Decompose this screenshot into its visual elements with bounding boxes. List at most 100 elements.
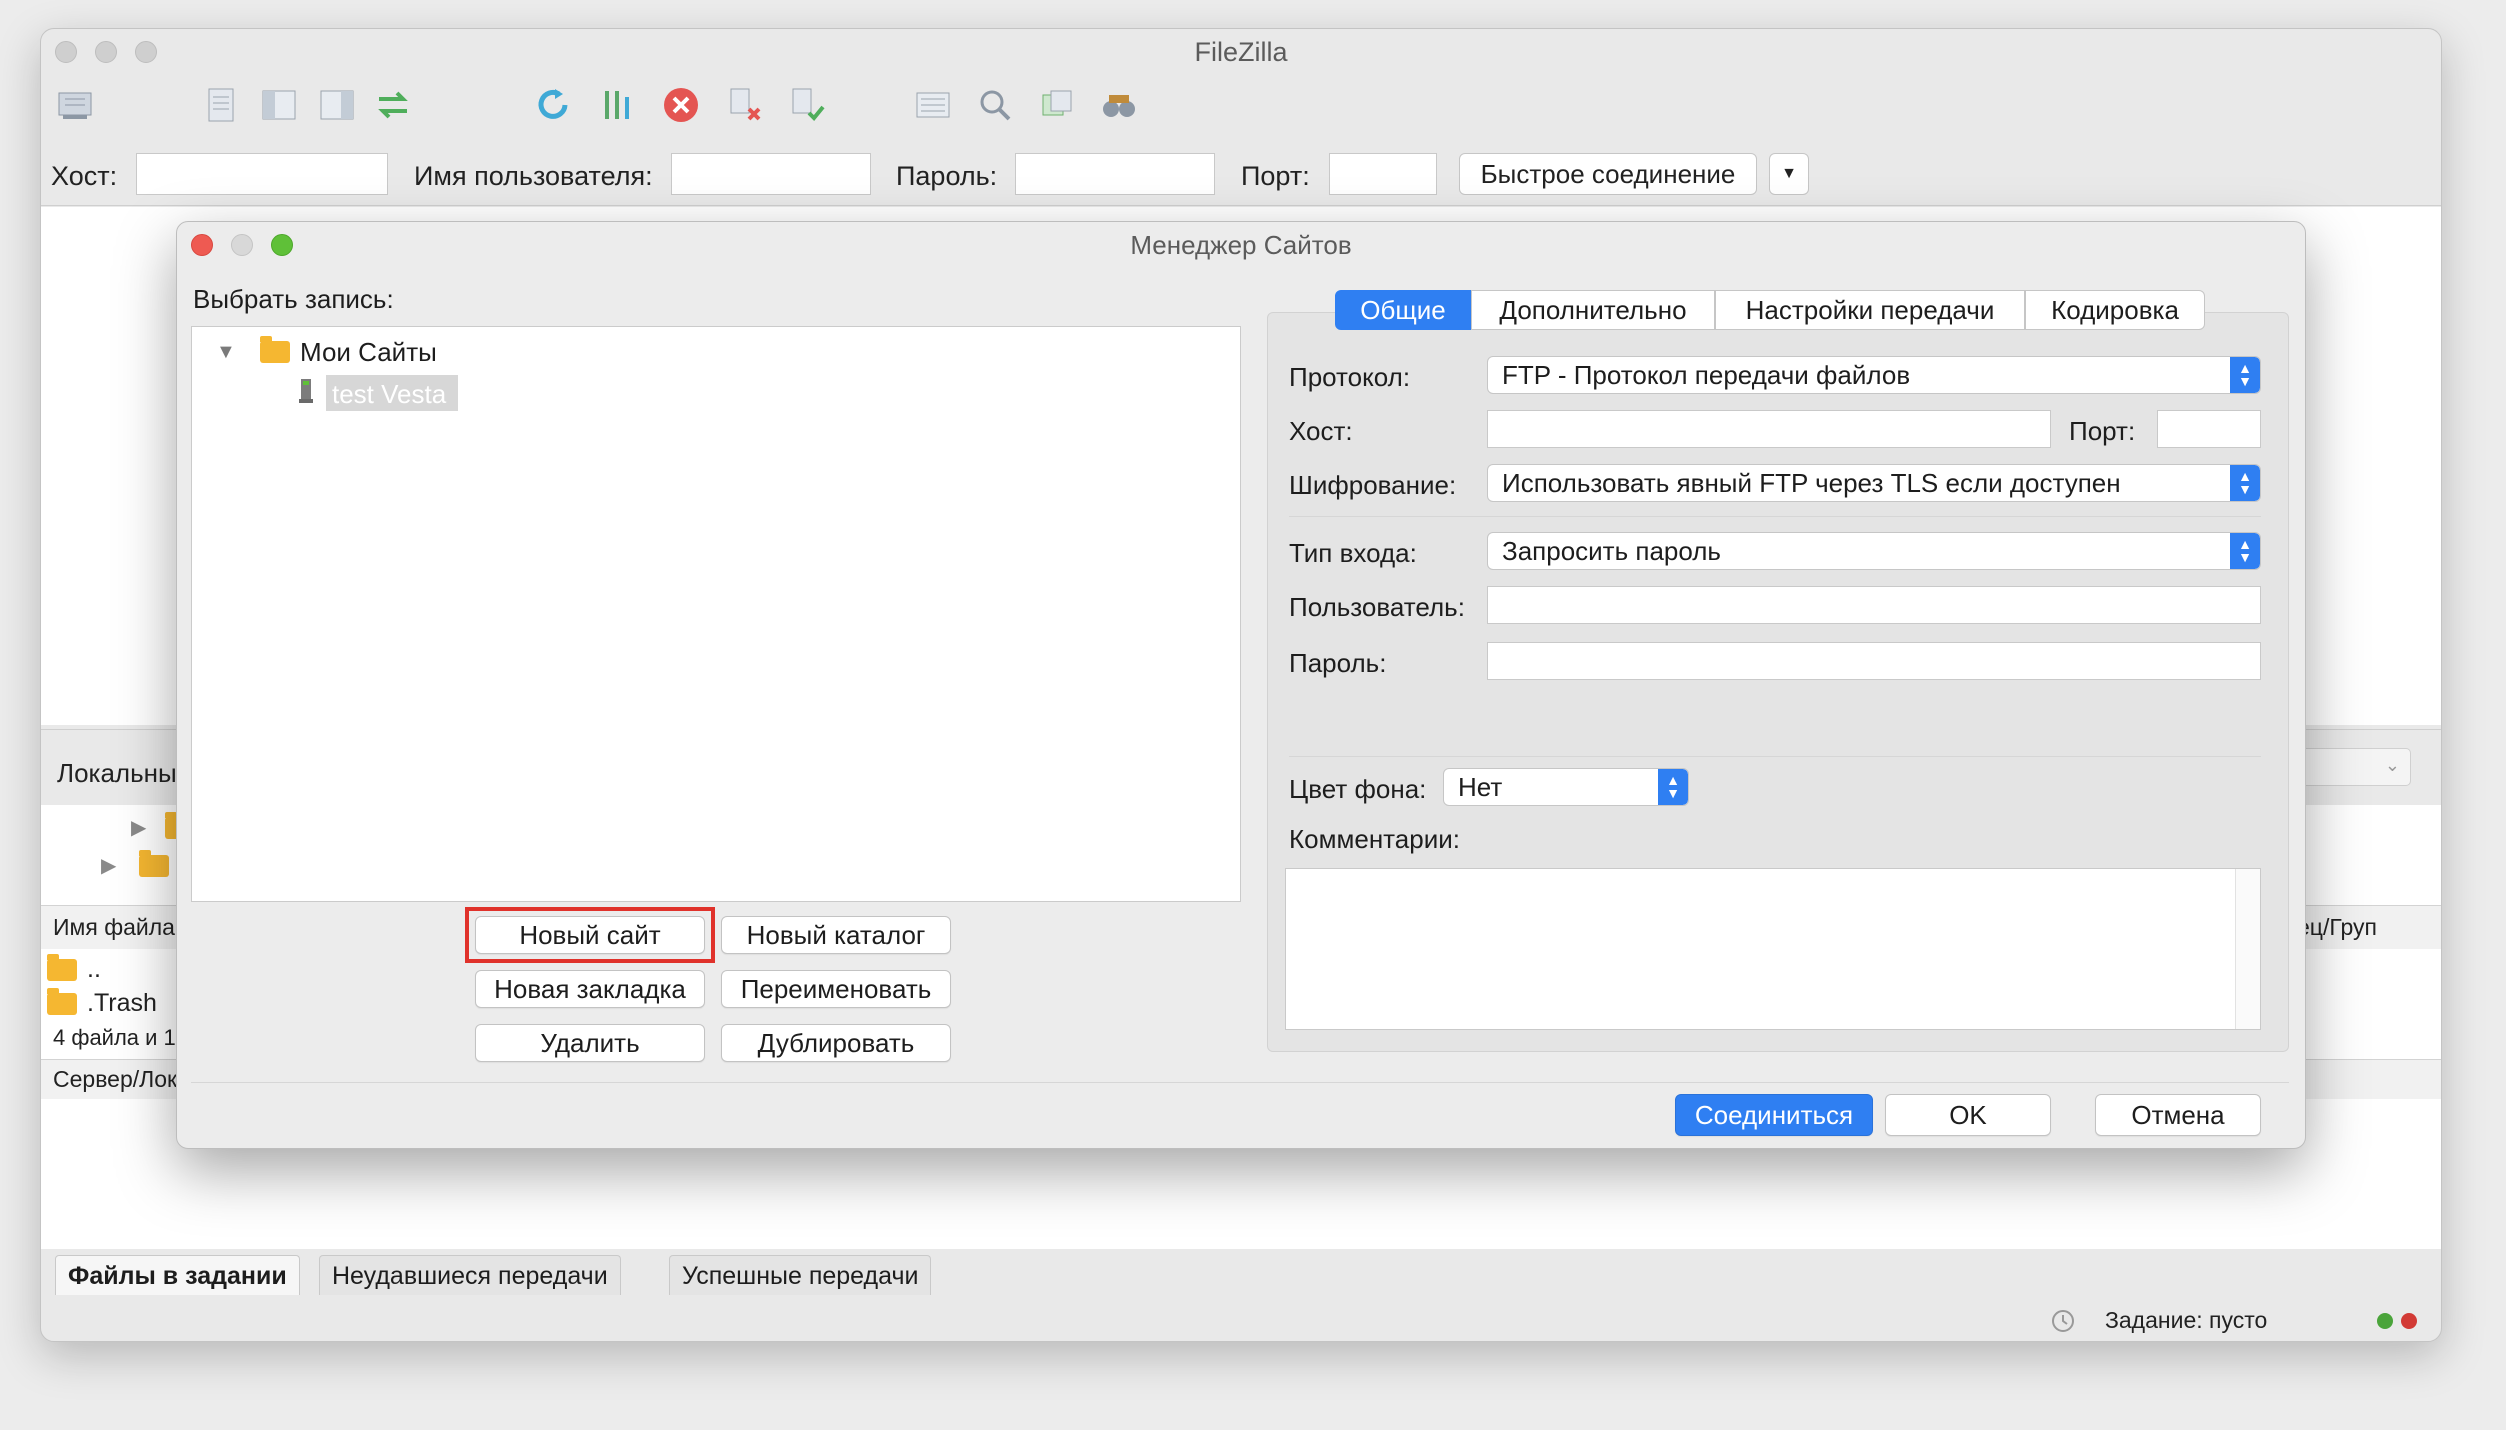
comments-scrollbar[interactable] <box>2235 869 2260 1029</box>
tab-transfer-settings[interactable]: Настройки передачи <box>1715 290 2025 330</box>
trash-entry[interactable]: .Trash <box>87 989 157 1018</box>
folder-icon <box>139 850 169 877</box>
directory-listing-filter-icon[interactable] <box>913 85 953 125</box>
username-label: Имя пользователя: <box>414 161 653 191</box>
local-files-count: 4 файла и 1 <box>53 1025 176 1050</box>
tab-failed-transfers[interactable]: Неудавшиеся передачи <box>319 1255 621 1295</box>
duplicate-button[interactable]: Дублировать <box>721 1024 951 1062</box>
logon-type-label: Тип входа: <box>1289 538 1417 568</box>
folder-icon <box>260 336 290 363</box>
filename-column-header[interactable]: Имя файла <box>53 914 175 941</box>
remote-site-dropdown[interactable]: ⌄ <box>2301 748 2411 786</box>
filter-icon[interactable] <box>597 85 637 125</box>
chevron-down-icon: ▼ <box>1781 165 1797 182</box>
dialog-title: Менеджер Сайтов <box>1130 230 1352 260</box>
port-field[interactable] <box>2157 410 2261 448</box>
reconnect-icon[interactable] <box>787 85 827 125</box>
main-toolbar <box>41 77 2441 135</box>
background-color-select[interactable]: Нет ▲ ▼ <box>1443 768 1689 806</box>
divider <box>191 1082 2289 1083</box>
search-icon[interactable] <box>975 85 1015 125</box>
queue-status-text: Задание: пусто <box>2105 1307 2268 1333</box>
encryption-label: Шифрование: <box>1289 470 1457 500</box>
new-bookmark-button[interactable]: Новая закладка <box>475 970 705 1008</box>
local-tree-icon[interactable] <box>259 85 299 125</box>
transfer-queue-icon[interactable] <box>373 85 413 125</box>
background-color-label: Цвет фона: <box>1289 774 1427 804</box>
tree-site-test-vesta[interactable]: test Vesta <box>332 379 446 410</box>
chevron-down-icon: ⌄ <box>2384 755 2400 775</box>
queue-status-icon <box>2052 1310 2074 1332</box>
remote-tree-icon[interactable] <box>317 85 357 125</box>
cancel-operation-icon[interactable] <box>661 85 701 125</box>
site-manager-dialog: Менеджер Сайтов Выбрать запись: ▼ Мои Са… <box>176 221 2306 1149</box>
password-label: Пароль: <box>1289 648 1387 678</box>
background-color-value: Нет <box>1458 772 1503 802</box>
password-field[interactable] <box>1487 642 2261 680</box>
comments-textarea[interactable] <box>1285 868 2261 1030</box>
owner-column-header[interactable]: ец/Груп <box>2297 914 2377 941</box>
expand-arrow-icon[interactable]: ▶ <box>131 815 146 840</box>
tree-collapse-arrow-icon[interactable]: ▼ <box>216 341 236 364</box>
port-label: Порт: <box>2069 416 2136 446</box>
tab-general[interactable]: Общие <box>1335 290 1471 330</box>
tab-queued-files[interactable]: Файлы в задании <box>55 1255 300 1295</box>
new-folder-button[interactable]: Новый каталог <box>721 916 951 954</box>
message-log-icon[interactable] <box>201 85 241 125</box>
protocol-label: Протокол: <box>1289 362 1411 392</box>
server-icon <box>299 379 313 403</box>
protocol-value: FTP - Протокол передачи файлов <box>1502 360 1911 390</box>
rename-button[interactable]: Переименовать <box>721 970 951 1008</box>
updown-chevron-icon: ▲ ▼ <box>1658 769 1688 805</box>
host-label: Хост: <box>51 161 118 191</box>
updown-chevron-icon: ▲ ▼ <box>2230 357 2260 393</box>
delete-button[interactable]: Удалить <box>475 1024 705 1062</box>
select-entry-label: Выбрать запись: <box>193 284 394 314</box>
receive-indicator-icon <box>2377 1313 2393 1329</box>
logon-type-select[interactable]: Запросить пароль ▲ ▼ <box>1487 532 2261 570</box>
tree-root-my-sites[interactable]: Мои Сайты <box>300 337 437 368</box>
user-field[interactable] <box>1487 586 2261 624</box>
comments-label: Комментарии: <box>1289 824 1460 854</box>
port-input[interactable] <box>1329 153 1437 195</box>
tab-successful-transfers[interactable]: Успешные передачи <box>669 1255 932 1295</box>
ok-button[interactable]: OK <box>1885 1094 2051 1136</box>
quickconnect-button[interactable]: Быстрое соединение <box>1459 153 1757 195</box>
divider <box>1289 756 2261 757</box>
cancel-button[interactable]: Отмена <box>2095 1094 2261 1136</box>
quickconnect-bar: Хост: Имя пользователя: Пароль: Порт: Бы… <box>41 147 2441 206</box>
encryption-value: Использовать явный FTP через TLS если до… <box>1502 468 2121 498</box>
find-files-icon[interactable] <box>1099 85 1139 125</box>
sync-browsing-icon[interactable] <box>1037 85 1077 125</box>
send-indicator-icon <box>2401 1313 2417 1329</box>
window-title: FileZilla <box>1194 37 1288 67</box>
local-site-label: Локальны <box>57 758 177 788</box>
password-input[interactable] <box>1015 153 1215 195</box>
site-manager-icon[interactable] <box>55 85 95 125</box>
host-field[interactable] <box>1487 410 2051 448</box>
updown-chevron-icon: ▲ ▼ <box>2230 533 2260 569</box>
tab-charset[interactable]: Кодировка <box>2025 290 2205 330</box>
encryption-select[interactable]: Использовать явный FTP через TLS если до… <box>1487 464 2261 502</box>
expand-arrow-icon[interactable]: ▶ <box>101 853 116 878</box>
host-label: Хост: <box>1289 416 1353 446</box>
user-label: Пользователь: <box>1289 592 1465 622</box>
port-label: Порт: <box>1241 161 1310 191</box>
site-tree: ▼ Мои Сайты test Vesta <box>191 326 1241 902</box>
divider <box>1289 516 2261 517</box>
server-column-header[interactable]: Сервер/Лок <box>53 1066 177 1093</box>
main-titlebar: FileZilla <box>41 29 2441 77</box>
quickconnect-history-dropdown[interactable]: ▼ <box>1769 153 1809 195</box>
folder-icon <box>47 988 77 1015</box>
refresh-icon[interactable] <box>533 85 573 125</box>
folder-icon <box>47 954 77 981</box>
username-input[interactable] <box>671 153 871 195</box>
connect-button[interactable]: Соединиться <box>1675 1094 1873 1136</box>
tab-advanced[interactable]: Дополнительно <box>1471 290 1715 330</box>
new-site-button[interactable]: Новый сайт <box>475 916 705 954</box>
updown-chevron-icon: ▲ ▼ <box>2230 465 2260 501</box>
protocol-select[interactable]: FTP - Протокол передачи файлов ▲ ▼ <box>1487 356 2261 394</box>
parent-dir-entry[interactable]: .. <box>87 955 101 984</box>
host-input[interactable] <box>136 153 388 195</box>
disconnect-icon[interactable] <box>725 85 765 125</box>
